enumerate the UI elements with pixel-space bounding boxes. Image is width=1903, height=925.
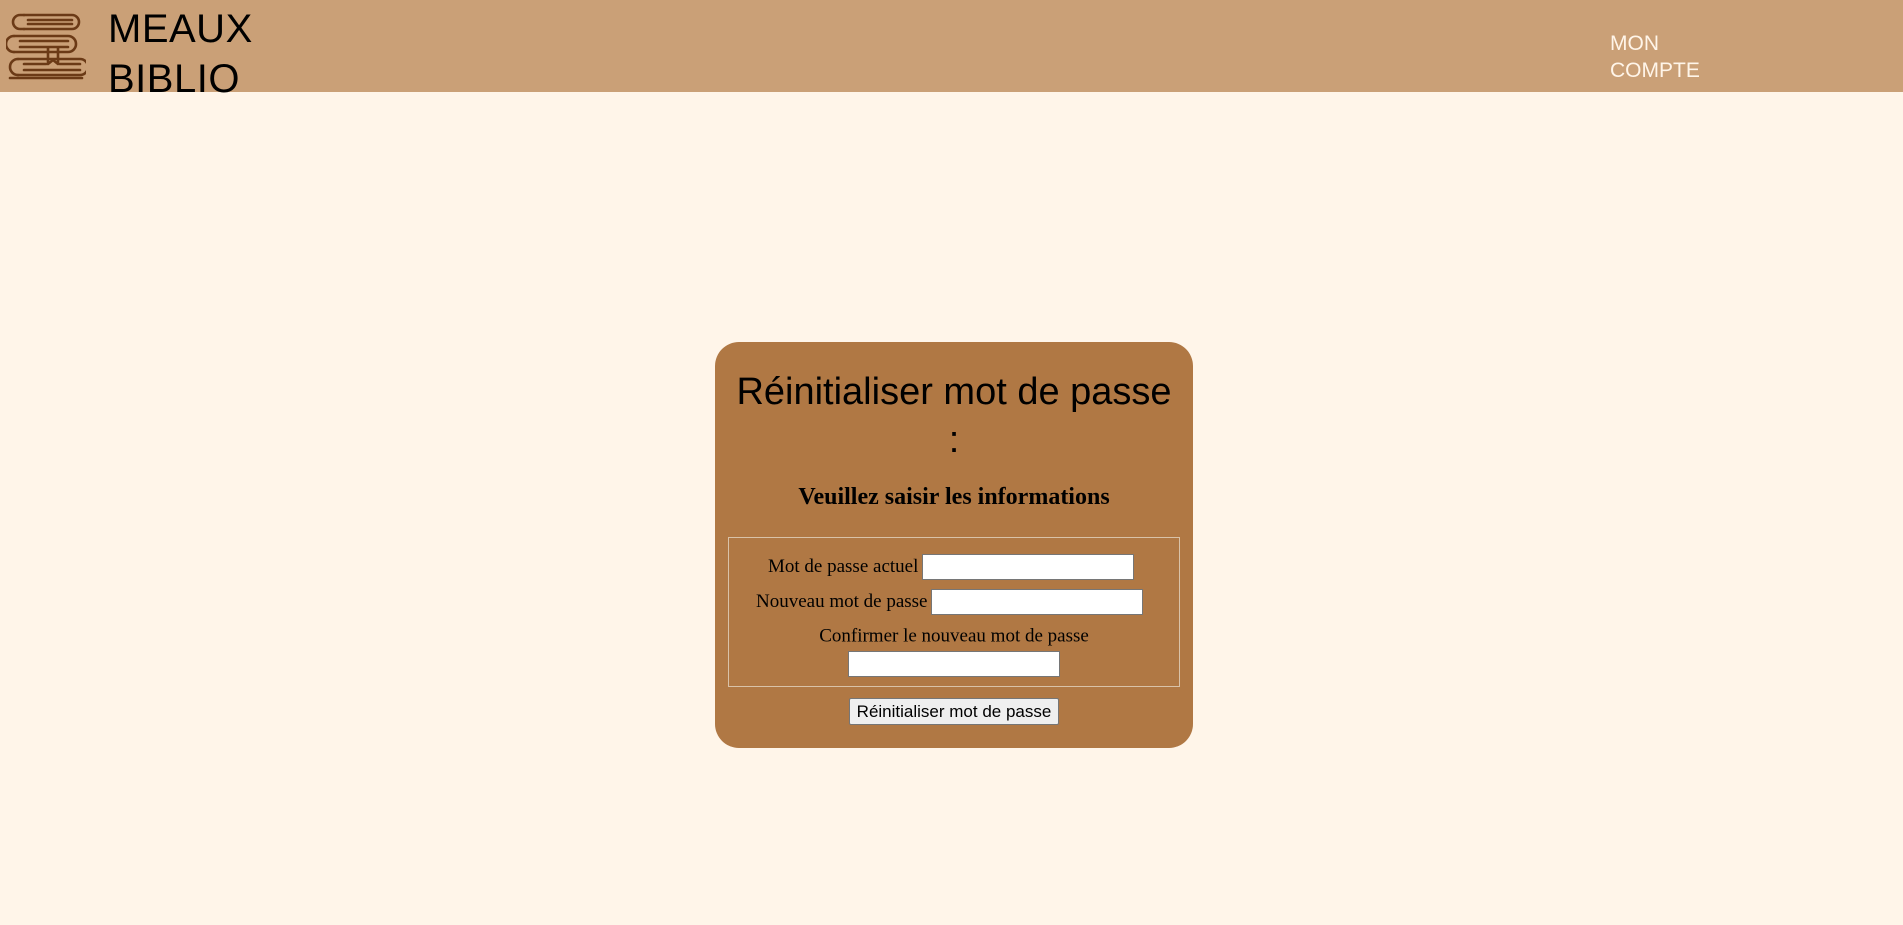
reset-password-card: Réinitialiser mot de passe : Veuillez sa… (715, 342, 1193, 748)
new-password-row: Nouveau mot de passe (756, 589, 1144, 615)
books-stack-icon[interactable] (6, 12, 86, 84)
new-password-label: Nouveau mot de passe (756, 591, 928, 612)
site-header: MEAUX BIBLIO MON COMPTE (0, 0, 1903, 101)
title-line-1: Réinitialiser mot de passe (736, 371, 1172, 413)
confirm-password-label: Confirmer le nouveau mot de passe (819, 625, 1089, 647)
form-subtitle: Veuillez saisir les informations (798, 484, 1110, 510)
page-title: Réinitialiser mot de passe : (715, 368, 1193, 464)
site-brand[interactable]: MEAUX BIBLIO (108, 4, 253, 104)
password-fieldset: Mot de passe actuel Nouveau mot de passe… (728, 537, 1180, 687)
account-line-2: COMPTE (1610, 59, 1700, 82)
reset-password-button[interactable]: Réinitialiser mot de passe (849, 698, 1059, 725)
brand-line-1: MEAUX (108, 7, 253, 51)
brand-line-2: BIBLIO (108, 57, 240, 101)
new-password-field[interactable] (931, 589, 1144, 615)
current-password-row: Mot de passe actuel (768, 554, 1135, 580)
my-account-link[interactable]: MON COMPTE (1610, 30, 1700, 84)
title-line-2: : (948, 419, 960, 461)
current-password-field[interactable] (922, 554, 1135, 580)
confirm-password-row: Confirmer le nouveau mot de passe (729, 624, 1179, 677)
current-password-label: Mot de passe actuel (768, 556, 919, 577)
account-line-1: MON (1610, 32, 1659, 55)
confirm-password-field[interactable] (848, 650, 1060, 677)
